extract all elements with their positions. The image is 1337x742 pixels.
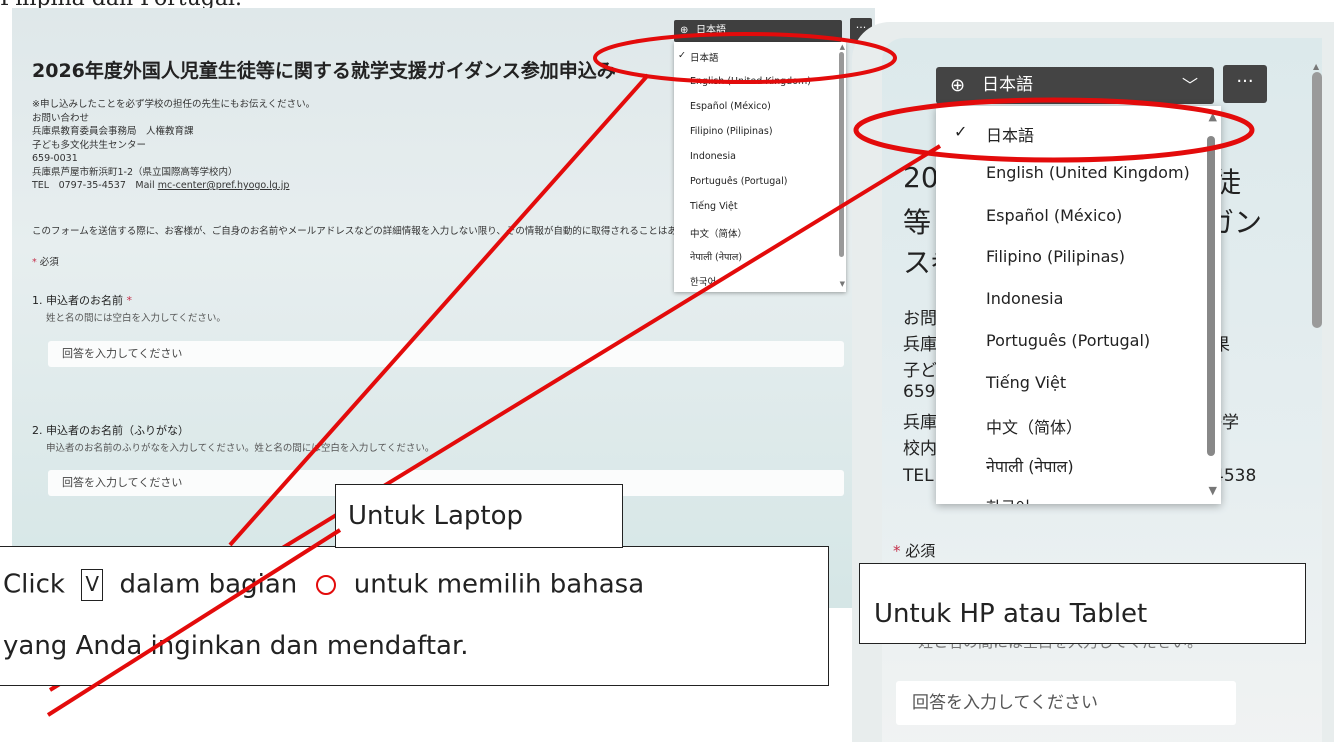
language-selector[interactable]: ⊕ 日本語: [674, 20, 842, 42]
question-2-label: 2. 申込者のお名前（ふりがな）: [32, 424, 189, 437]
scroll-down-icon[interactable]: ▼: [1209, 484, 1217, 497]
email-link[interactable]: mc-center@pref.hyogo.lg.jp: [158, 180, 290, 191]
form-title: 2026年度外国人児童生徒等に関する就学支援ガイダンス参加申込み: [32, 60, 616, 82]
language-option[interactable]: 한국어: [986, 494, 1030, 504]
info-fragment: お問: [903, 309, 937, 329]
dropdown-scrollbar[interactable]: [839, 52, 844, 257]
language-option[interactable]: Tiếng Việt: [690, 201, 738, 212]
scroll-up-icon[interactable]: ▲: [840, 43, 845, 51]
language-option[interactable]: Español (México): [986, 206, 1122, 225]
language-selected: 日本語: [982, 75, 1033, 95]
question-1-text: 1. 申込者のお名前: [32, 294, 123, 307]
language-option[interactable]: नेपाली (नेपाल): [690, 250, 742, 263]
scroll-up-icon[interactable]: ▲: [1313, 62, 1319, 71]
info-line: お問い合わせ: [32, 112, 90, 124]
phone-tablet-label: Untuk HP atau Tablet: [859, 563, 1306, 644]
required-note: * 必須: [32, 254, 59, 268]
more-options-button[interactable]: ···: [1223, 65, 1267, 103]
info-line: 659-0031: [32, 153, 78, 164]
required-text: 必須: [905, 542, 936, 560]
language-option[interactable]: 한국어: [690, 274, 716, 288]
info-fragment: TEL: [903, 466, 934, 486]
instruction-line-2: yang Anda inginkan dan mendaftar.: [3, 631, 469, 661]
required-star: *: [126, 294, 133, 307]
instruction-text: untuk memilih bahasa: [353, 569, 645, 600]
language-option[interactable]: ✓ 日本語: [954, 122, 1035, 146]
info-line: 兵庫県芦屋市新浜町1-2（県立国際高等学校内）: [32, 166, 238, 178]
language-option[interactable]: Português (Portugal): [986, 331, 1150, 350]
info-contact-line: TEL 0797-35-4537 Mail mc-center@pref.hyo…: [32, 179, 315, 193]
language-option[interactable]: नेपाली (नेपाल): [986, 455, 1074, 477]
language-selected: 日本語: [696, 25, 726, 36]
privacy-notice: このフォームを送信する際に、お客様が、ご自身のお名前やメールアドレスなどの詳細情…: [32, 226, 725, 237]
language-option[interactable]: Filipino (Pilipinas): [690, 126, 773, 137]
phone-answer-input[interactable]: 回答を入力してください: [896, 681, 1236, 725]
instruction-line-1: Click V dalam bagian untuk memilih bahas…: [3, 569, 644, 601]
chevron-down-icon: ﹀: [1181, 76, 1198, 95]
info-fragment: 校内: [903, 439, 937, 459]
question-1-label: 1. 申込者のお名前 *: [32, 292, 132, 308]
title-fragment: 20: [903, 161, 939, 194]
tel-text: TEL 0797-35-4537 Mail: [32, 180, 155, 191]
required-star: *: [893, 542, 901, 560]
required-star: *: [32, 257, 37, 268]
question-1-answer-input[interactable]: 回答を入力してください: [48, 341, 844, 367]
laptop-label: Untuk Laptop: [335, 484, 623, 548]
info-line: ※申し込みしたことを必ず学校の担任の先生にもお伝えください。: [32, 99, 316, 110]
form-info: ※申し込みしたことを必ず学校の担任の先生にもお伝えください。 お問い合わせ 兵庫…: [32, 98, 315, 193]
language-option[interactable]: 中文（简体）: [986, 414, 1082, 438]
question-2-hint: 申込者のお名前のふりがなを入力してください。姓と名の間には空白を入力してください…: [46, 443, 435, 454]
language-option[interactable]: 中文（简体）: [690, 226, 747, 240]
check-icon: ✓: [954, 122, 968, 141]
chevron-down-icon: V: [81, 569, 104, 601]
required-note: * 必須: [893, 540, 935, 561]
instruction-box: Click V dalam bagian untuk memilih bahas…: [0, 546, 829, 686]
globe-icon: ⊕: [950, 75, 966, 96]
language-option[interactable]: English (United Kingdom): [690, 76, 811, 87]
language-option-label: 日本語: [690, 53, 719, 64]
language-dropdown: ✓ 日本語 English (United Kingdom) Español (…: [674, 42, 846, 292]
language-option[interactable]: Indonesia: [986, 289, 1063, 308]
scroll-down-icon[interactable]: ▼: [840, 280, 845, 288]
info-fragment: 兵庫: [903, 413, 937, 433]
page-scrollbar[interactable]: [1312, 72, 1322, 328]
info-fragment: 子ど: [903, 361, 937, 381]
language-option[interactable]: Español (México): [690, 101, 771, 112]
required-text: 必須: [39, 257, 59, 268]
title-fragment: 等: [903, 206, 932, 239]
scroll-up-icon[interactable]: ▲: [1209, 110, 1217, 123]
language-option[interactable]: English (United Kingdom): [986, 163, 1190, 182]
info-line: 子ども多文化共生センター: [32, 139, 147, 151]
globe-icon: ⊕: [680, 25, 689, 36]
language-option[interactable]: Tiếng Việt: [986, 373, 1066, 392]
instruction-text: dalam bagian: [119, 569, 298, 600]
question-1-hint: 姓と名の間には空白を入力してください。: [46, 313, 226, 324]
language-option[interactable]: Indonesia: [690, 151, 736, 162]
language-dropdown: ✓ 日本語 English (United Kingdom) Español (…: [936, 106, 1221, 504]
info-fragment: 兵庫: [903, 335, 937, 355]
instruction-click: Click: [3, 569, 65, 600]
language-option[interactable]: ✓ 日本語: [678, 50, 719, 64]
language-option-label: 日本語: [986, 126, 1035, 145]
language-option[interactable]: Filipino (Pilipinas): [986, 247, 1125, 266]
info-fragment: 659: [903, 382, 936, 402]
dropdown-scrollbar[interactable]: [1207, 136, 1215, 456]
language-selector[interactable]: ⊕ 日本語 ﹀: [936, 67, 1214, 104]
info-line: 兵庫県教育委員会事務局 人権教育課: [32, 126, 194, 137]
check-icon: ✓: [678, 50, 686, 61]
circle-icon: [315, 575, 336, 595]
language-option[interactable]: Português (Portugal): [690, 176, 787, 187]
